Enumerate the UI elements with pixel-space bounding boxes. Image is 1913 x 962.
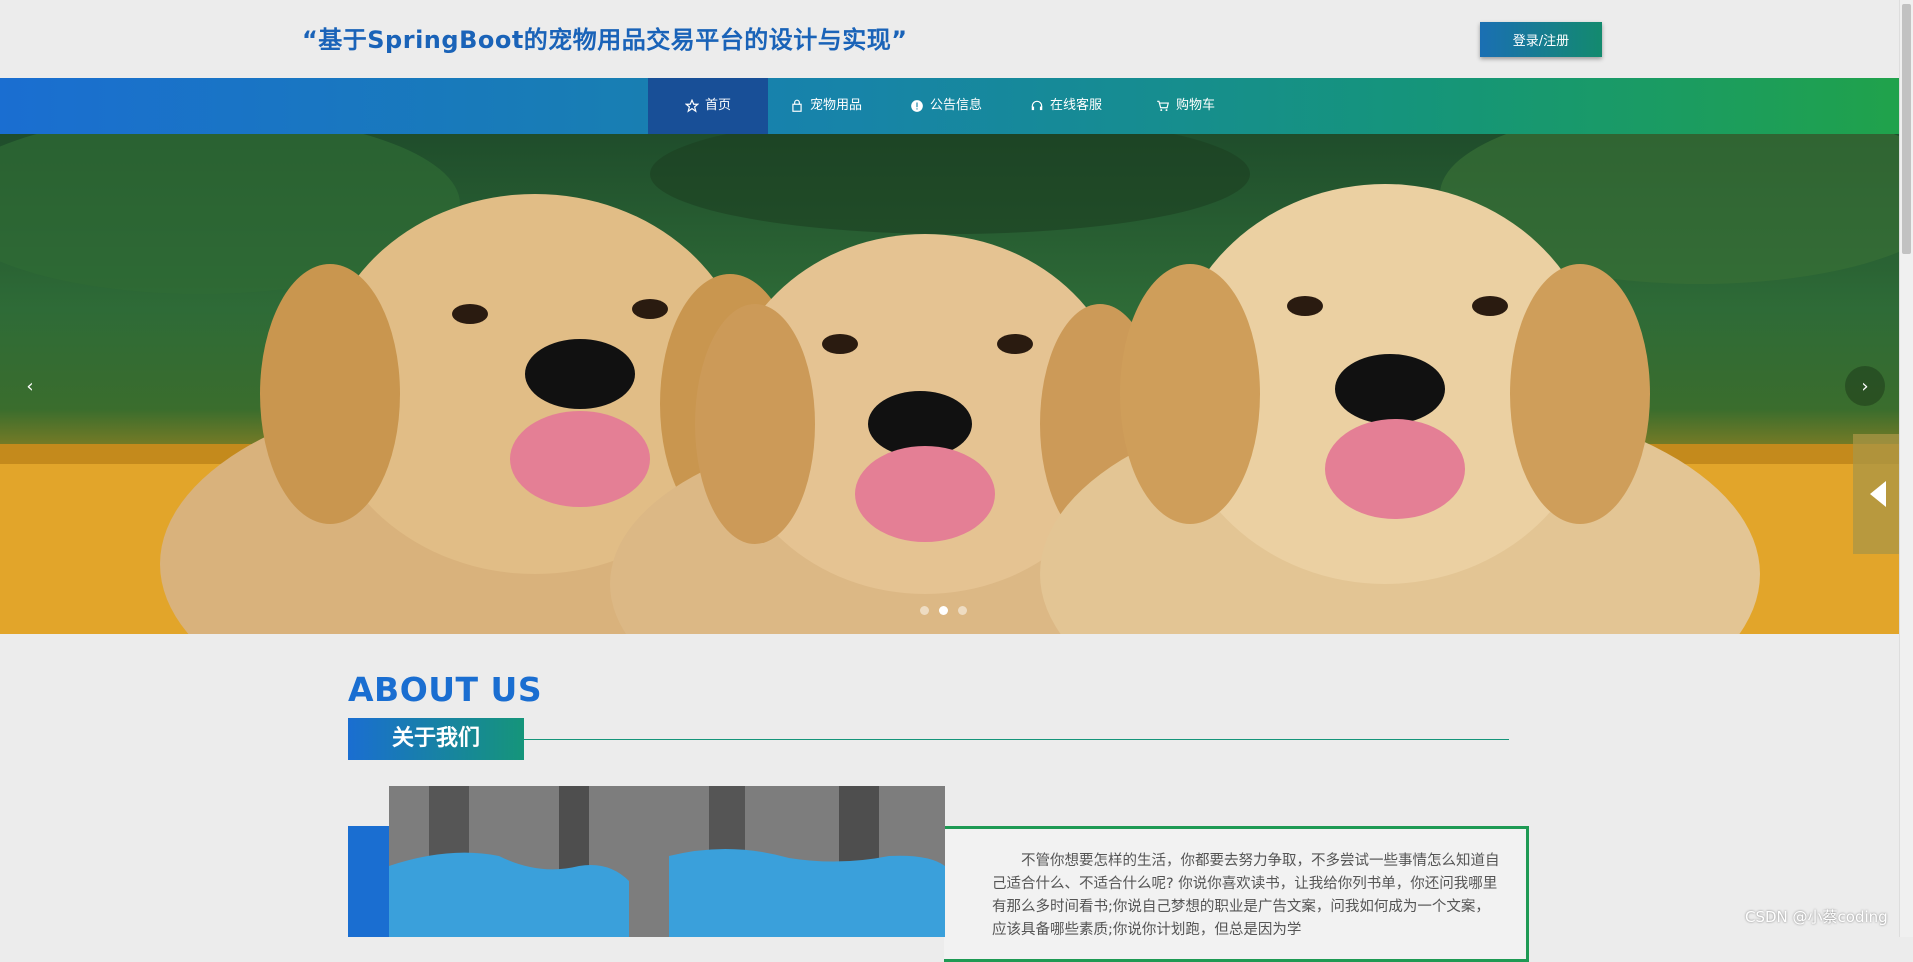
nav-item-cart[interactable]: 购物车 [1156, 78, 1215, 134]
site-title: “基于SpringBoot的宠物用品交易平台的设计与实现” [302, 26, 908, 54]
nav-item-announcements[interactable]: 公告信息 [910, 78, 982, 134]
carousel-dot[interactable] [958, 606, 967, 615]
nav-item-pet-supplies[interactable]: 宠物用品 [790, 78, 862, 134]
headset-icon [1031, 100, 1043, 111]
carousel-prev-arrow[interactable]: ‹ [10, 366, 50, 406]
nav-item-label: 购物车 [1176, 98, 1216, 113]
watermark: CSDN @小蔡coding [1745, 908, 1888, 926]
nav-item-label: 首页 [704, 98, 731, 113]
nav-item-label: 在线客服 [1050, 98, 1103, 113]
side-collapse-tab[interactable] [1853, 434, 1900, 554]
scrollbar-thumb[interactable] [1902, 4, 1911, 254]
section-divider [524, 739, 1509, 740]
carousel-dot[interactable] [939, 606, 948, 615]
main-nav: 首页 宠物用品 公告信息 在线客服 购物车 [0, 78, 1900, 134]
header: “基于SpringBoot的宠物用品交易平台的设计与实现” 登录/注册 [0, 0, 1900, 78]
hero-carousel[interactable]: ‹ › [0, 134, 1900, 634]
world-map-image [389, 786, 945, 937]
star-icon [684, 99, 699, 113]
about-title-en: ABOUT US [348, 670, 543, 709]
about-description: 不管你想要怎样的生活，你都要去努力争取，不多尝试一些事情怎么知道自己适合什么、不… [992, 853, 1500, 938]
info-icon [911, 100, 923, 112]
carousel-indicators [920, 606, 967, 615]
banner-image [0, 134, 1900, 634]
nav-item-label: 宠物用品 [810, 98, 863, 113]
about-image [389, 786, 945, 937]
caret-left-icon [1869, 481, 1886, 507]
login-register-button[interactable]: 登录/注册 [1480, 22, 1602, 57]
carousel-next-arrow[interactable]: › [1845, 366, 1885, 406]
bag-icon [792, 99, 802, 112]
carousel-dot[interactable] [920, 606, 929, 615]
nav-item-home[interactable]: 首页 [648, 78, 768, 134]
nav-item-label: 公告信息 [930, 98, 983, 113]
about-title-zh: 关于我们 [348, 718, 524, 760]
cart-icon [1157, 100, 1169, 112]
vertical-scrollbar[interactable] [1899, 0, 1913, 937]
decorative-block [348, 826, 390, 937]
nav-item-online-service[interactable]: 在线客服 [1030, 78, 1102, 134]
